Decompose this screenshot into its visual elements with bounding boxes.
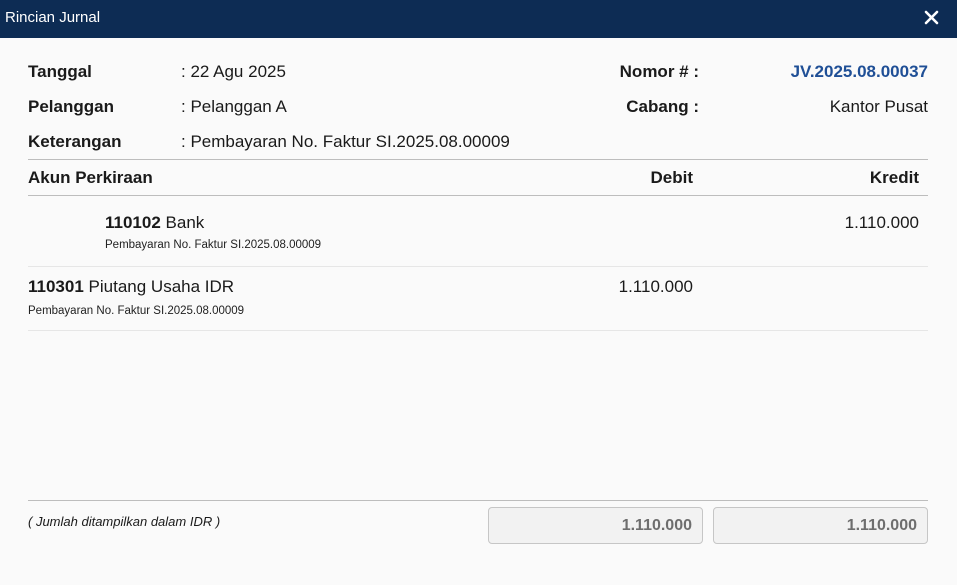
table-row-account: 110102 Bank [105, 213, 204, 233]
pelanggan-value: : Pelanggan A [181, 97, 287, 116]
keterangan-label: Keterangan [28, 132, 122, 151]
cabang-value: Kantor Pusat [829, 97, 928, 116]
account-code: 110102 [105, 213, 161, 232]
column-header-kredit: Kredit [869, 168, 919, 187]
account-name: Bank [165, 213, 205, 232]
row-kredit: 1.110.000 [844, 213, 919, 232]
account-code: 110301 [28, 277, 84, 296]
column-header-debit: Debit [650, 168, 694, 187]
currency-note: ( Jumlah ditampilkan dalam IDR ) [28, 514, 221, 529]
pelanggan-label: Pelanggan [28, 97, 114, 116]
table-top-divider [28, 159, 928, 160]
total-kredit-field: 1.110.000 [713, 507, 928, 544]
row-memo: Pembayaran No. Faktur SI.2025.08.00009 [28, 305, 245, 317]
keterangan-value: : Pembayaran No. Faktur SI.2025.08.00009 [181, 132, 510, 151]
account-name: Piutang Usaha IDR [88, 277, 235, 296]
nomor-label: Nomor # : [619, 62, 699, 81]
row-debit: 1.110.000 [618, 277, 693, 296]
row-divider [28, 266, 928, 267]
dialog-title: Rincian Jurnal [5, 9, 101, 26]
close-icon[interactable] [922, 6, 942, 30]
table-header-divider [28, 195, 928, 196]
cabang-label: Cabang : [626, 97, 699, 116]
nomor-link[interactable]: JV.2025.08.00037 [791, 62, 928, 82]
row-memo: Pembayaran No. Faktur SI.2025.08.00009 [105, 239, 322, 251]
column-header-akun: Akun Perkiraan [28, 168, 153, 187]
table-row-account: 110301 Piutang Usaha IDR [28, 277, 234, 297]
tanggal-value: : 22 Agu 2025 [181, 62, 286, 81]
total-debit-field: 1.110.000 [488, 507, 703, 544]
row-divider [28, 330, 928, 331]
tanggal-label: Tanggal [28, 62, 92, 81]
footer-divider [28, 500, 928, 501]
dialog-titlebar: Rincian Jurnal [0, 0, 957, 38]
